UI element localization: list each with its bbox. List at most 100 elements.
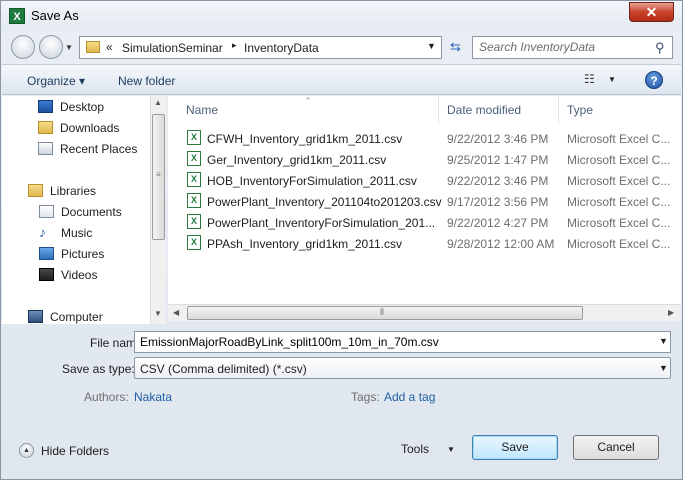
file-type: Microsoft Excel C... — [567, 216, 671, 230]
save-as-dialog: X Save As ✕ ▼ « SimulationSeminar ▸ Inve… — [0, 0, 683, 480]
file-row[interactable]: X Ger_Inventory_grid1km_2011.csv 9/25/20… — [185, 149, 681, 170]
file-row[interactable]: X PPAsh_Inventory_grid1km_2011.csv 9/28/… — [185, 233, 681, 254]
breadcrumb-inventorydata[interactable]: InventoryData — [244, 41, 319, 55]
file-name: PowerPlant_Inventory_201104to201203.csv — [207, 195, 442, 209]
desktop-icon — [38, 100, 53, 113]
breadcrumb-simulationseminar[interactable]: SimulationSeminar — [122, 41, 223, 55]
csv-file-icon: X — [187, 151, 201, 166]
column-header-type[interactable]: Type — [567, 103, 593, 117]
file-row[interactable]: X CFWH_Inventory_grid1km_2011.csv 9/22/2… — [185, 128, 681, 149]
authors-label: Authors: — [84, 390, 129, 404]
file-name-dropdown-icon[interactable]: ▼ — [659, 336, 668, 346]
save-as-type-select[interactable]: CSV (Comma delimited) (*.csv) ▼ — [134, 357, 671, 379]
file-date: 9/25/2012 1:47 PM — [447, 153, 549, 167]
file-type: Microsoft Excel C... — [567, 132, 671, 146]
help-button[interactable]: ? — [645, 71, 663, 89]
file-name: PPAsh_Inventory_grid1km_2011.csv — [207, 237, 402, 251]
csv-file-icon: X — [187, 214, 201, 229]
back-button[interactable] — [11, 35, 35, 59]
window-title: Save As — [31, 8, 79, 23]
scroll-right-icon[interactable]: ▶ — [668, 308, 674, 317]
file-date: 9/22/2012 3:46 PM — [447, 132, 549, 146]
scroll-left-icon[interactable]: ◀ — [173, 308, 179, 317]
cancel-button[interactable]: Cancel — [573, 435, 659, 460]
scroll-down-icon[interactable]: ▼ — [154, 309, 162, 318]
file-date: 9/22/2012 4:27 PM — [447, 216, 549, 230]
file-date: 9/22/2012 3:46 PM — [447, 174, 549, 188]
tools-dropdown-icon[interactable]: ▼ — [447, 445, 455, 454]
navigation-pane-scrollbar[interactable]: ▲ ≡ ▼ — [150, 96, 166, 324]
file-name: PowerPlant_InventoryForSimulation_201... — [207, 216, 436, 230]
file-type: Microsoft Excel C... — [567, 174, 671, 188]
file-type: Microsoft Excel C... — [567, 195, 671, 209]
sidebar-item-label: Pictures — [61, 247, 105, 261]
hide-folders-button[interactable]: ▲ Hide Folders — [19, 442, 119, 460]
column-header-date-modified[interactable]: Date modified — [447, 103, 521, 117]
libraries-icon — [28, 184, 43, 197]
sidebar-item-label: Libraries — [50, 184, 97, 198]
hide-folders-label: Hide Folders — [41, 444, 110, 458]
csv-file-icon: X — [187, 193, 201, 208]
recent-places-icon — [38, 142, 53, 155]
sidebar-item-label: Downloads — [60, 121, 120, 135]
tags-field[interactable]: Add a tag — [384, 390, 435, 404]
breadcrumb-separator-icon[interactable]: ▸ — [232, 40, 237, 51]
save-as-type-dropdown-icon[interactable]: ▼ — [659, 363, 668, 373]
file-row[interactable]: X HOB_InventoryForSimulation_2011.csv 9/… — [185, 170, 681, 191]
sidebar-item-label: Videos — [61, 268, 98, 282]
sidebar-item-label: Documents — [61, 205, 122, 219]
save-as-type-label: Save as type: — [62, 362, 135, 376]
address-bar[interactable]: « SimulationSeminar ▸ InventoryData ▼ — [79, 36, 442, 59]
sidebar-item-label: Desktop — [60, 100, 105, 114]
file-name: CFWH_Inventory_grid1km_2011.csv — [207, 132, 403, 146]
address-dropdown-icon[interactable]: ▼ — [427, 41, 436, 51]
column-divider[interactable] — [558, 96, 559, 124]
navigation-pane: Desktop Downloads Recent Places Librarie… — [2, 96, 166, 324]
scrollbar-thumb[interactable]: ≡ — [152, 114, 165, 240]
forward-button[interactable] — [39, 35, 63, 59]
authors-field[interactable]: Nakata — [134, 390, 172, 404]
sidebar-item-label: Computer — [50, 310, 103, 324]
save-button[interactable]: Save — [472, 435, 558, 460]
file-list: ^ Name Date modified Type X CFWH_Invento… — [168, 96, 681, 304]
save-as-type-value: CSV (Comma delimited) (*.csv) — [140, 362, 307, 376]
title-bar[interactable]: X Save As ✕ — [1, 1, 682, 31]
recent-locations-dropdown-icon[interactable]: ▼ — [65, 43, 73, 52]
organize-button[interactable]: Organize ▾ — [27, 74, 85, 88]
sidebar-item-label: Music — [61, 226, 93, 240]
grip-icon: ≡ — [156, 170, 161, 179]
music-icon: ♪ — [39, 224, 46, 240]
file-name: Ger_Inventory_grid1km_2011.csv — [207, 153, 387, 167]
tags-label: Tags: — [351, 390, 380, 404]
computer-icon — [28, 310, 43, 323]
file-name-input[interactable] — [140, 335, 650, 349]
search-box[interactable]: ⚲ — [472, 36, 673, 59]
excel-app-icon: X — [9, 8, 25, 24]
folder-icon — [86, 41, 100, 53]
csv-file-icon: X — [187, 130, 201, 145]
search-icon[interactable]: ⚲ — [655, 40, 665, 56]
file-date: 9/17/2012 3:56 PM — [447, 195, 549, 209]
file-name: HOB_InventoryForSimulation_2011.csv — [207, 174, 417, 188]
file-row[interactable]: X PowerPlant_Inventory_201104to201203.cs… — [185, 191, 681, 212]
chevron-up-icon: ▲ — [19, 443, 34, 458]
column-header-name[interactable]: Name — [186, 103, 218, 117]
column-divider[interactable] — [438, 96, 439, 124]
new-folder-button[interactable]: New folder — [118, 74, 175, 88]
view-options-icon[interactable]: ☷ — [584, 72, 595, 86]
grip-icon: ⦀ — [380, 307, 384, 317]
scroll-up-icon[interactable]: ▲ — [154, 98, 162, 107]
file-date: 9/28/2012 12:00 AM — [447, 237, 555, 251]
pictures-icon — [39, 247, 54, 260]
close-button[interactable]: ✕ — [629, 2, 674, 22]
file-row[interactable]: X PowerPlant_InventoryForSimulation_201.… — [185, 212, 681, 233]
refresh-button[interactable]: ⇆ — [444, 36, 467, 59]
file-type: Microsoft Excel C... — [567, 153, 671, 167]
scrollbar-thumb[interactable]: ⦀ — [187, 306, 583, 320]
tools-button[interactable]: Tools — [401, 442, 429, 456]
breadcrumb-overflow[interactable]: « — [106, 40, 113, 54]
file-name-combobox[interactable]: ▼ — [134, 331, 671, 353]
file-list-horizontal-scrollbar[interactable]: ◀ ⦀ ▶ — [168, 304, 681, 321]
search-input[interactable] — [479, 40, 649, 54]
view-dropdown-icon[interactable]: ▼ — [608, 75, 616, 84]
